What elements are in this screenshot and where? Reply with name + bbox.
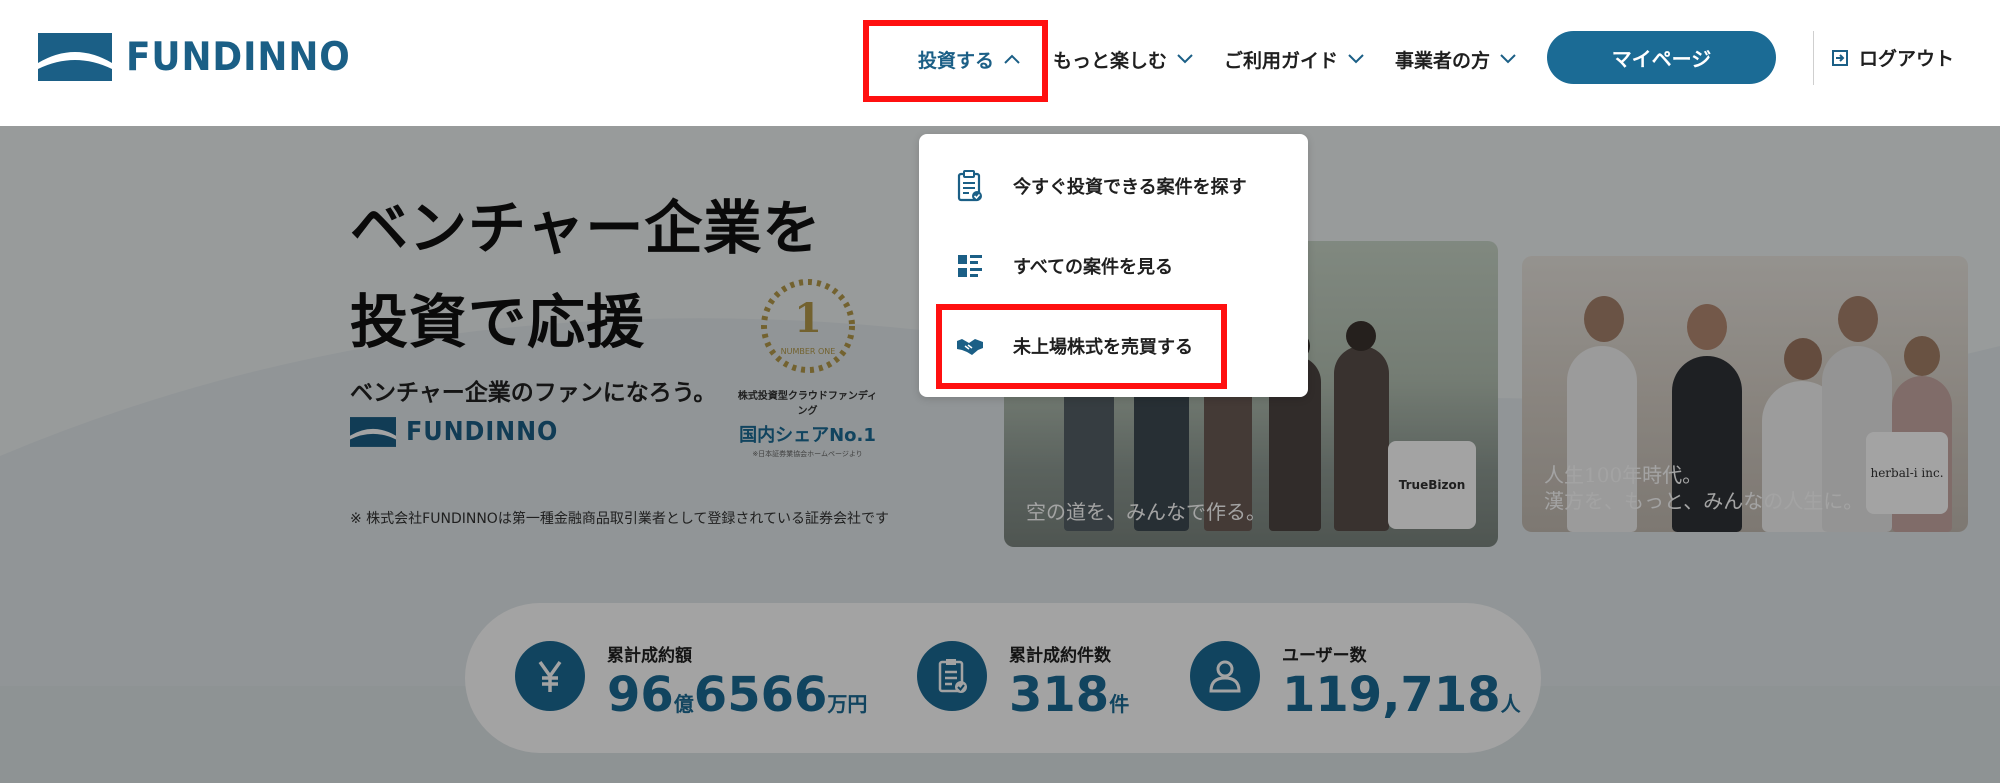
menu-item-all-projects[interactable]: すべての案件を見る — [919, 236, 1308, 296]
menu-item-trade-unlisted-stocks-label: 未上場株式を売買する — [1013, 337, 1193, 358]
nav-more-label: もっと楽しむ — [1053, 49, 1168, 72]
chevron-up-icon — [1004, 54, 1020, 64]
logout-icon — [1832, 49, 1848, 66]
nav-guide-label: ご利用ガイド — [1224, 49, 1339, 72]
invest-dropdown-menu: 今すぐ投資できる案件を探す すべての案件を見る 未上場株式を売買する — [919, 134, 1308, 397]
header-divider — [1813, 31, 1814, 85]
menu-item-all-projects-label: すべての案件を見る — [1013, 257, 1174, 278]
list-icon — [956, 250, 984, 282]
site-header: FUNDINNO 投資する もっと楽しむ ご利用ガイド 事業者の方 マイページ … — [0, 0, 2000, 126]
chevron-down-icon — [1177, 54, 1193, 64]
nav-business-label: 事業者の方 — [1395, 49, 1491, 72]
site-logo[interactable]: FUNDINNO — [38, 33, 370, 81]
nav-invest[interactable]: 投資する — [918, 44, 1020, 74]
menu-item-trade-unlisted-stocks[interactable]: 未上場株式を売買する — [919, 316, 1308, 376]
clipboard-check-icon — [956, 170, 984, 202]
logout-button[interactable]: ログアウト — [1831, 44, 1954, 71]
logo-text: FUNDINNO — [126, 34, 351, 80]
chevron-down-icon — [1348, 54, 1364, 64]
handshake-icon — [956, 330, 984, 362]
logout-label: ログアウト — [1859, 48, 1955, 70]
logo-mark-icon — [38, 33, 112, 81]
mypage-button[interactable]: マイページ — [1547, 31, 1776, 84]
menu-item-find-investable[interactable]: 今すぐ投資できる案件を探す — [919, 156, 1308, 216]
chevron-down-icon — [1500, 54, 1516, 64]
nav-invest-label: 投資する — [918, 49, 995, 72]
menu-item-find-investable-label: 今すぐ投資できる案件を探す — [1013, 177, 1247, 198]
nav-more[interactable]: もっと楽しむ — [1053, 44, 1193, 74]
nav-guide[interactable]: ご利用ガイド — [1224, 44, 1364, 74]
nav-business[interactable]: 事業者の方 — [1395, 44, 1516, 74]
